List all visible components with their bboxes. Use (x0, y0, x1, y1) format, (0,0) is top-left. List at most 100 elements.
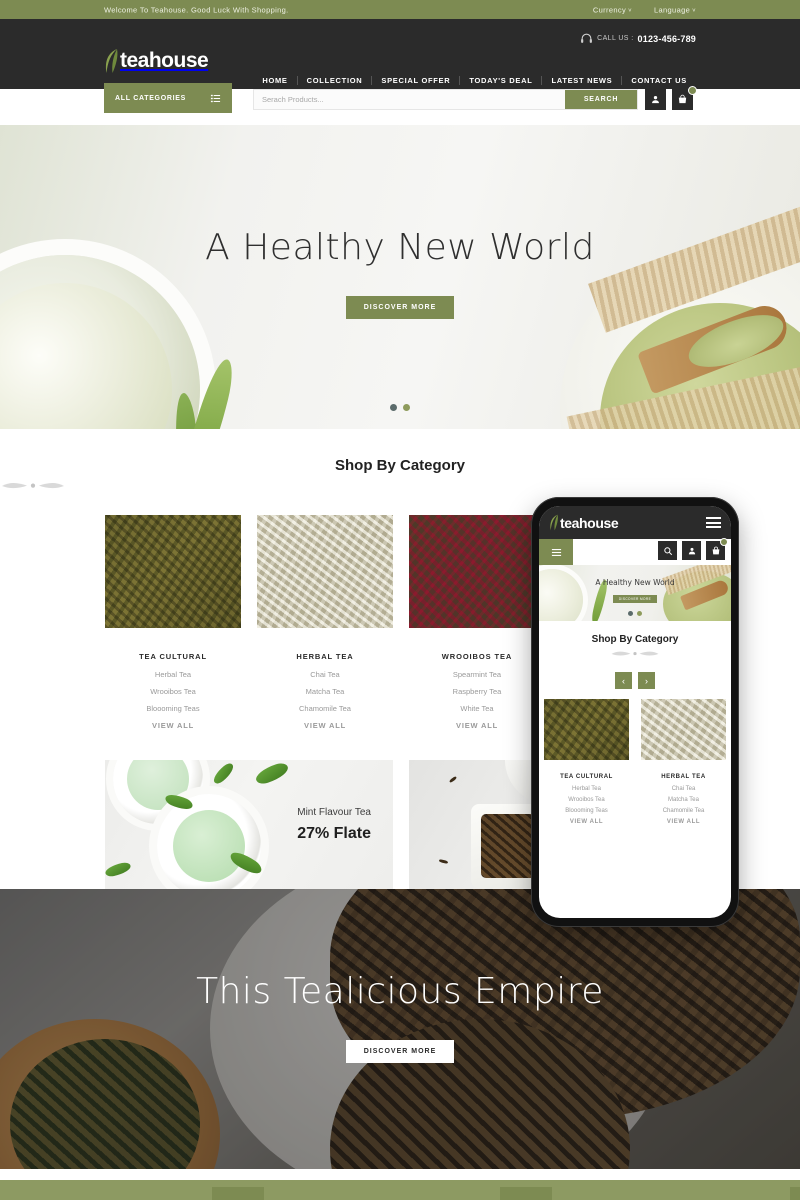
section-title: Shop By Category (334, 457, 466, 474)
category-view-all-link[interactable]: VIEW ALL (409, 721, 545, 730)
hero-slider: A Healthy New World DISCOVER MORE (0, 125, 800, 429)
slider-dot-2[interactable] (403, 404, 410, 411)
hero-discover-more-button[interactable]: DISCOVER MORE (345, 296, 455, 319)
account-button[interactable] (645, 89, 666, 110)
mobile-search-row (539, 538, 731, 565)
hamburger-icon[interactable] (706, 517, 721, 528)
mobile-category-image[interactable] (544, 699, 629, 760)
welcome-message: Welcome To Teahouse. Good Luck With Shop… (104, 5, 289, 14)
nav-item-home[interactable]: HOME (253, 76, 296, 85)
slider-dot-1[interactable] (390, 404, 397, 411)
mobile-hero-title: A Healthy New World (595, 578, 675, 587)
category-links: Herbal Tea Wrooibos Tea Bloooming Teas V… (105, 670, 241, 730)
site-header: teahouse CALL US : 0123-456-789 HOME COL… (0, 19, 800, 89)
currency-selector[interactable]: Currency ˅ (593, 5, 632, 14)
page-root: Welcome To Teahouse. Good Luck With Shop… (0, 0, 800, 1200)
mobile-category-links: Herbal Tea Wrooibos Tea Bloooming Teas V… (544, 786, 629, 825)
mobile-section-title: Shop By Category (591, 634, 679, 645)
category-link[interactable]: Bloooming Teas (105, 704, 241, 713)
nav-item-todays-deal[interactable]: TODAY'S DEAL (460, 76, 541, 85)
all-categories-button[interactable]: ALL CATEGORIES (104, 83, 232, 113)
search-button[interactable]: SEARCH (565, 90, 637, 109)
mobile-category-link[interactable]: Bloooming Teas (544, 808, 629, 814)
mobile-slider-dot-2[interactable] (637, 611, 642, 616)
mobile-category-link[interactable]: Matcha Tea (641, 797, 726, 803)
mobile-category-card[interactable]: HERBAL TEA Chai Tea Matcha Tea Chamomile… (641, 699, 726, 830)
category-link[interactable]: Matcha Tea (257, 687, 393, 696)
search-input[interactable] (254, 90, 565, 109)
mobile-category-link[interactable]: Chamomile Tea (641, 808, 726, 814)
category-link[interactable]: Herbal Tea (105, 670, 241, 679)
category-view-all-link[interactable]: VIEW ALL (257, 721, 393, 730)
mobile-category-link[interactable]: Herbal Tea (544, 786, 629, 792)
bottom-discover-more-button[interactable]: DISCOVER MORE (345, 1040, 455, 1063)
category-card[interactable]: HERBAL TEA Chai Tea Matcha Tea Chamomile… (257, 515, 393, 738)
category-image[interactable] (105, 515, 241, 628)
search-icon (663, 546, 673, 556)
cart-count-badge (688, 86, 697, 95)
mobile-category-view-all-link[interactable]: VIEW ALL (641, 819, 726, 825)
promo-cup-main (157, 794, 261, 889)
mobile-device-mockup: teahouse A Healthy New World DISCOVER MO… (531, 497, 739, 927)
nav-item-latest-news[interactable]: LATEST NEWS (542, 76, 621, 85)
mobile-account-button[interactable] (682, 541, 701, 560)
mobile-slider-dot-1[interactable] (628, 611, 633, 616)
mobile-category-card[interactable]: TEA CULTURAL Herbal Tea Wrooibos Tea Blo… (544, 699, 629, 830)
hero-title: A Healthy New World (205, 227, 595, 268)
bottom-promo-banner: This Tealicious Empire DISCOVER MORE (0, 889, 800, 1169)
mobile-carousel-arrows: ‹ › (539, 672, 731, 689)
category-link[interactable]: Spearmint Tea (409, 670, 545, 679)
category-card[interactable]: TEA CULTURAL Herbal Tea Wrooibos Tea Blo… (105, 515, 241, 738)
currency-label: Currency (592, 5, 627, 14)
user-icon (687, 546, 697, 556)
footer-block (212, 1187, 264, 1200)
category-link[interactable]: Wrooibos Tea (105, 687, 241, 696)
mobile-cart-button[interactable] (706, 538, 728, 560)
category-link[interactable]: Raspberry Tea (409, 687, 545, 696)
category-title: TEA CULTURAL (139, 652, 207, 661)
site-logo[interactable]: teahouse (104, 48, 209, 74)
carousel-prev-button[interactable]: ‹ (615, 672, 632, 689)
category-link[interactable]: White Tea (409, 704, 545, 713)
nav-item-contact-us[interactable]: CONTACT US (622, 76, 696, 85)
mobile-header: teahouse (539, 506, 731, 539)
mobile-logo[interactable]: teahouse (549, 514, 619, 531)
promo-title: 27% Flate (297, 824, 371, 842)
search-bar-strip: ALL CATEGORIES SEARCH (0, 83, 800, 125)
mobile-category-link[interactable]: Wrooibos Tea (544, 797, 629, 803)
cart-button[interactable] (672, 86, 697, 110)
footer-block (790, 1187, 800, 1200)
mobile-icon-group (658, 538, 728, 560)
category-card[interactable]: WROOIBOS TEA Spearmint Tea Raspberry Tea… (409, 515, 545, 738)
leaf-decoration-icon (105, 861, 132, 878)
promo-banner-mint[interactable]: Mint Flavour Tea 27% Flate (105, 760, 393, 889)
category-view-all-link[interactable]: VIEW ALL (105, 721, 241, 730)
top-announcement-bar: Welcome To Teahouse. Good Luck With Shop… (0, 0, 800, 19)
mobile-category-image[interactable] (641, 699, 726, 760)
shopping-bag-icon (711, 546, 721, 556)
category-title: WROOIBOS TEA (441, 652, 513, 661)
mobile-hero-button[interactable]: DISCOVER MORE (612, 595, 658, 603)
site-logo-text: teahouse (120, 49, 209, 72)
category-image[interactable] (409, 515, 545, 628)
promo-subtitle: Mint Flavour Tea (297, 806, 371, 818)
list-menu-icon (210, 93, 221, 104)
call-us-number[interactable]: 0123-456-789 (638, 34, 696, 44)
footer-block (500, 1187, 552, 1200)
user-icon (650, 94, 661, 105)
category-link[interactable]: Chai Tea (257, 670, 393, 679)
mobile-category-view-all-link[interactable]: VIEW ALL (544, 819, 629, 825)
nav-item-collection[interactable]: COLLECTION (298, 76, 372, 85)
language-label: Language (653, 5, 691, 14)
leaf-icon (104, 48, 119, 74)
mobile-category-link[interactable]: Chai Tea (641, 786, 726, 792)
mobile-all-categories-button[interactable] (539, 539, 573, 565)
nav-item-special-offer[interactable]: SPECIAL OFFER (372, 76, 459, 85)
mobile-search-button[interactable] (658, 541, 677, 560)
decorative-divider-icon (610, 645, 660, 662)
category-image[interactable] (257, 515, 393, 628)
language-selector[interactable]: Language ˅ (654, 5, 696, 14)
leaf-icon (549, 514, 559, 531)
carousel-next-button[interactable]: › (638, 672, 655, 689)
category-link[interactable]: Chamomile Tea (257, 704, 393, 713)
